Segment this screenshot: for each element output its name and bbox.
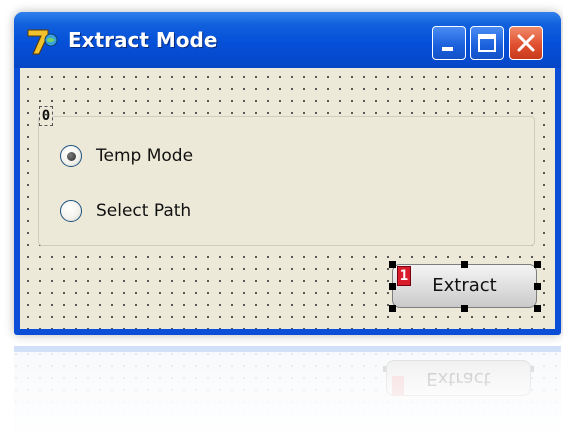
resize-handle-bottom-left[interactable] <box>389 305 396 312</box>
7zip-app-icon <box>26 27 60 57</box>
window-reflection: Extract <box>14 346 561 434</box>
resize-handle-top-left[interactable] <box>389 261 396 268</box>
tab-order-tag-button: 1 <box>397 266 411 286</box>
reflection-handle <box>528 366 534 372</box>
reflection-handle <box>383 366 389 372</box>
resize-handle-right[interactable] <box>534 283 541 290</box>
resize-handle-bottom[interactable] <box>461 305 468 312</box>
window-title: Extract Mode <box>68 28 218 52</box>
resize-handle-left[interactable] <box>389 283 396 290</box>
extract-mode-window: Extract Mode 0 Temp Mode Select Path Ext… <box>14 12 561 335</box>
minimize-icon <box>442 47 453 51</box>
maximize-button[interactable] <box>470 26 504 60</box>
radio-selected-dot <box>67 152 76 161</box>
form-client-area: 0 Temp Mode Select Path Extract 1 <box>20 68 555 329</box>
title-bar[interactable]: Extract Mode <box>14 12 561 68</box>
resize-handle-top[interactable] <box>461 261 468 268</box>
designer-stage: Extract Mode 0 Temp Mode Select Path Ext… <box>0 0 563 434</box>
radio-button-unchecked[interactable] <box>60 200 82 222</box>
radio-label-select-path: Select Path <box>96 201 192 221</box>
resize-handle-top-right[interactable] <box>534 261 541 268</box>
minimize-button[interactable] <box>432 26 466 60</box>
radio-button-checked[interactable] <box>60 145 82 167</box>
reflected-extract-button: Extract <box>386 360 531 396</box>
reflected-tag <box>392 376 404 396</box>
mode-group-box <box>38 116 535 246</box>
tab-order-tag-group: 0 <box>39 106 53 126</box>
reflection-handle <box>455 366 461 372</box>
reflection-edge <box>14 346 561 352</box>
close-icon <box>517 34 535 52</box>
radio-label-temp-mode: Temp Mode <box>96 146 194 166</box>
resize-handle-bottom-right[interactable] <box>534 305 541 312</box>
extract-button[interactable]: Extract <box>392 264 537 308</box>
close-button[interactable] <box>509 26 543 60</box>
maximize-icon <box>478 34 496 52</box>
